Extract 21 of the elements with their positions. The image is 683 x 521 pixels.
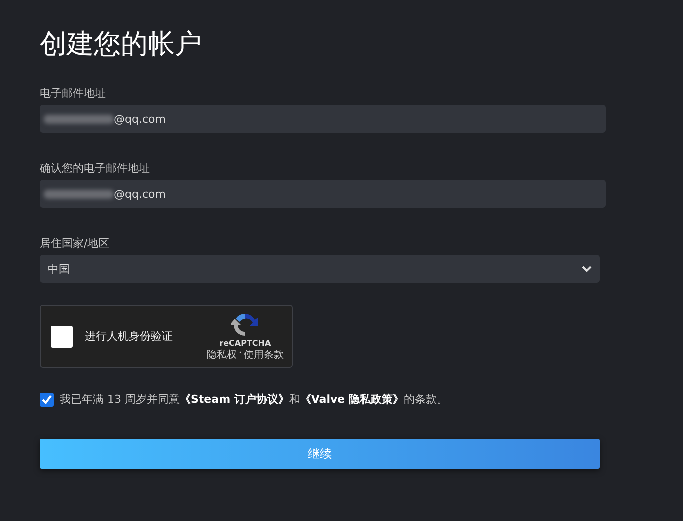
agreement-checkbox[interactable] <box>40 392 54 406</box>
field-label: 居住国家/地区 <box>40 236 110 251</box>
captcha-link[interactable]: 使用条款 <box>244 348 284 362</box>
email-field[interactable]: @qq.com <box>40 180 606 208</box>
recaptcha-brand: reCAPTCHA <box>220 339 272 348</box>
captcha-label: 进行人机身份验证 <box>85 329 174 344</box>
page-title: 创建您的帐户 <box>40 28 202 62</box>
redaction-blur <box>44 114 114 124</box>
chevron-down-icon <box>582 266 592 272</box>
separator-dot: · <box>238 348 242 361</box>
captcha-link[interactable]: 隐私权 <box>206 348 237 362</box>
captcha-checkbox[interactable] <box>51 326 73 348</box>
field-label: 确认您的电子邮件地址 <box>40 161 150 176</box>
agreement-text: 我已年满 13 周岁并同意《Steam 订户协议》和《Valve 隐私政策》的条款。 <box>60 392 448 407</box>
terms-link[interactable]: 《Valve 隐私政策》 <box>300 393 404 406</box>
terms-link[interactable]: 《Steam 订户协议》 <box>180 393 290 406</box>
email-field[interactable]: @qq.com <box>40 105 606 133</box>
recaptcha-logo-icon <box>231 311 260 339</box>
redaction-blur <box>44 190 114 198</box>
field-label: 电子邮件地址 <box>40 86 106 101</box>
country-select[interactable]: 中国 <box>40 255 600 283</box>
